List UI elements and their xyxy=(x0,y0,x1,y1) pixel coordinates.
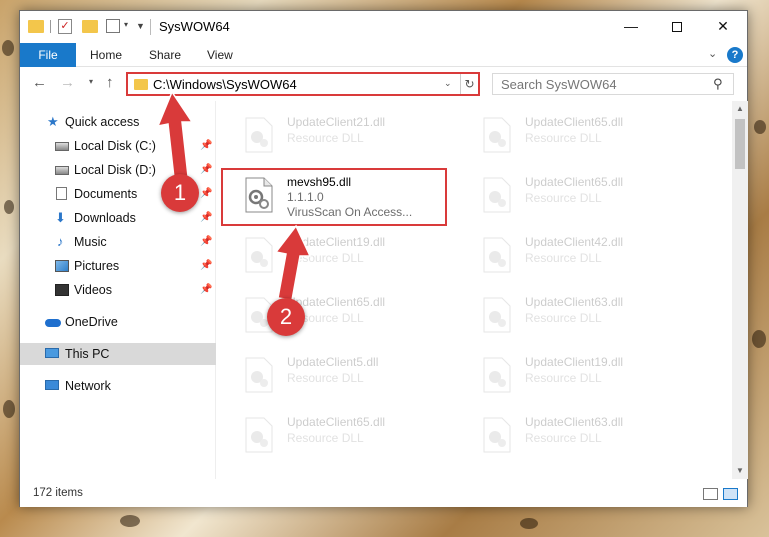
arrow-2 xyxy=(274,224,312,301)
arrow-1 xyxy=(156,90,194,179)
annotation-arrows xyxy=(156,90,312,301)
step-badge-2: 2 xyxy=(267,298,305,336)
step-badge-1: 1 xyxy=(161,174,199,212)
